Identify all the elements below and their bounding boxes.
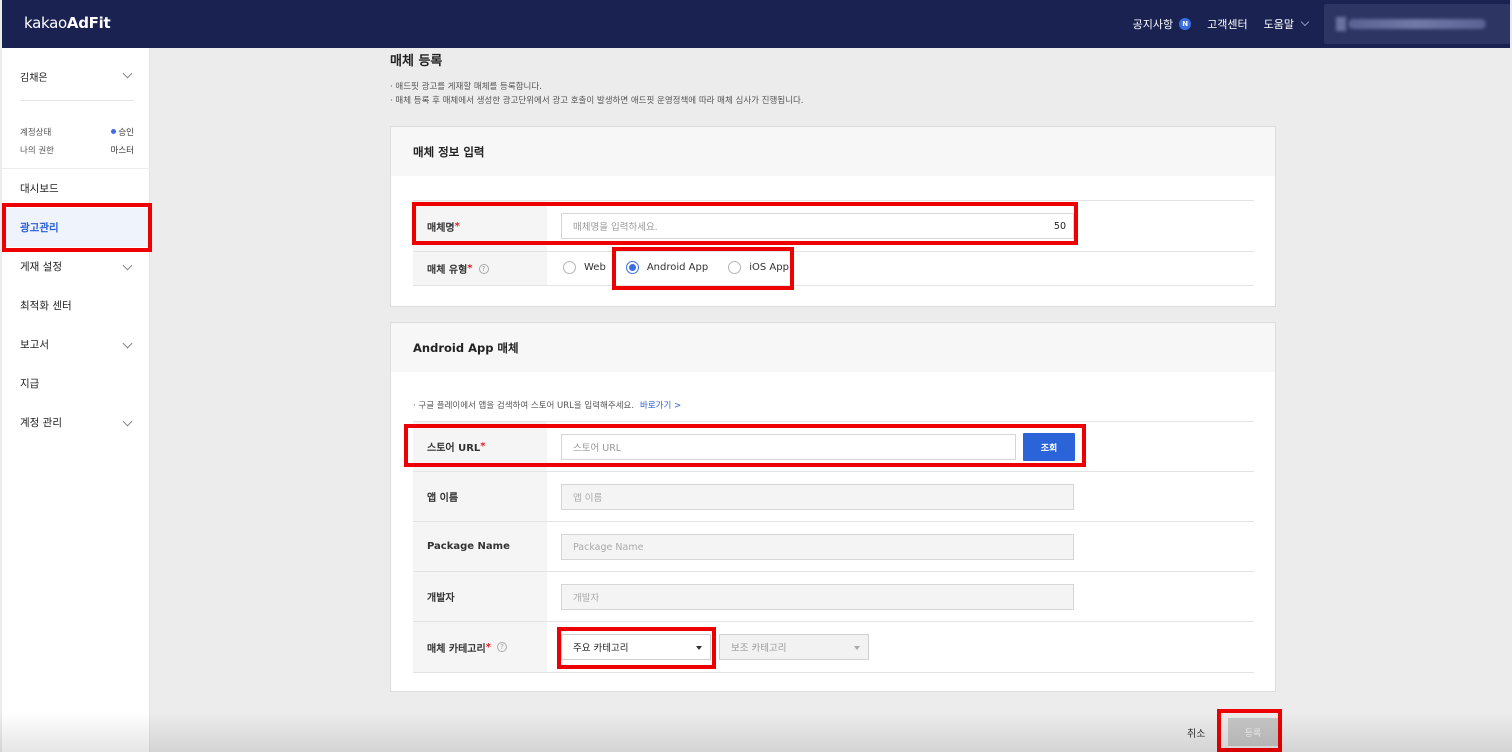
radio-button-checked-icon <box>625 261 639 274</box>
media-type-radio-group: Web Android App iOS App <box>563 261 809 274</box>
chevron-down-icon[interactable] <box>122 68 133 79</box>
radio-android-app[interactable]: Android App <box>625 261 708 274</box>
media-category-row: 매체 카테고리 *? 주요 카테고리 보조 카테고리 <box>413 621 1254 673</box>
developer-input: 개발자 <box>561 584 1074 610</box>
package-name-row: Package Name Package Name <box>413 521 1254 571</box>
char-counter: 50 <box>1053 221 1066 232</box>
radio-button-icon <box>563 261 576 274</box>
lookup-button[interactable]: 조회 <box>1023 433 1075 461</box>
account-status: 계정상태 승인 <box>20 126 134 138</box>
sidebar-item-payment[interactable]: 지급 <box>2 364 150 403</box>
store-url-row: 스토어 URL * 스토어 URL 조회 <box>413 421 1254 471</box>
notice-link[interactable]: 공지사항 N <box>1133 16 1192 32</box>
media-info-card: 매체 정보 입력 매체명 * 매체명을 입력하세요. 50 매체 유형 *? Web… <box>390 126 1276 307</box>
kakao-adfit-logo[interactable]: kakaoAdFit <box>24 14 111 32</box>
app-name-row: 앱 이름 앱 이름 <box>413 471 1254 521</box>
help-icon[interactable]: ? <box>478 263 489 274</box>
android-app-card: Android App 매체 · 구글 플레이에서 앱을 검색하여 스토어 UR… <box>390 322 1276 692</box>
primary-category-select[interactable]: 주요 카테고리 <box>561 634 711 660</box>
field-label: 매체 유형 *? <box>413 252 547 285</box>
support-link[interactable]: 고객센터 <box>1207 16 1247 32</box>
submit-button[interactable]: 등록 <box>1228 718 1278 746</box>
divider <box>20 100 134 101</box>
page-description: · 애드핏 광고를 게재할 매체를 등록합니다. <box>390 82 542 92</box>
field-label: 스토어 URL * <box>413 422 547 471</box>
page-title: 매체 등록 <box>390 54 443 69</box>
help-icon[interactable]: ? <box>496 642 507 652</box>
page-description: · 매체 등록 후 매체에서 생성한 광고단위에서 광고 호출이 발생하면 애드… <box>390 96 804 106</box>
user-account-menu[interactable] <box>1324 4 1510 44</box>
sidebar-item-dashboard[interactable]: 대시보드 <box>2 169 150 208</box>
card-title: 매체 정보 입력 <box>391 127 1275 176</box>
app-name-input: 앱 이름 <box>561 484 1074 510</box>
dropdown-caret-icon <box>854 646 860 650</box>
chevron-down-icon <box>1300 17 1310 27</box>
store-url-input[interactable]: 스토어 URL <box>561 434 1016 460</box>
radio-button-icon <box>728 261 742 274</box>
sidebar: 김채은 계정상태 승인 나의 권한 마스터 대시보드 광고관리 게재 설정 최적… <box>2 48 150 752</box>
go-to-google-play-link[interactable]: 바로가기 > <box>640 401 681 411</box>
my-role: 나의 권한 마스터 <box>20 146 134 156</box>
sidebar-item-optimization-center[interactable]: 최적화 센터 <box>2 286 150 325</box>
sidebar-item-ad-management[interactable]: 광고관리 <box>2 208 150 247</box>
media-type-row: 매체 유형 *? Web Android App iOS App <box>413 251 1254 286</box>
media-name-row: 매체명 * 매체명을 입력하세요. 50 <box>413 200 1254 251</box>
dropdown-caret-icon <box>696 646 702 650</box>
cancel-button[interactable]: 취소 <box>1187 725 1205 740</box>
top-bar: kakaoAdFit 공지사항 N 고객센터 도움말 <box>2 0 1510 48</box>
field-label: 매체 카테고리 *? <box>413 622 547 672</box>
user-email-redacted <box>1348 19 1486 29</box>
new-badge: N <box>1179 18 1192 30</box>
status-dot-icon <box>111 129 117 134</box>
store-url-note: · 구글 플레이에서 앱을 검색하여 스토어 URL을 입력해주세요. 바로가기 … <box>413 401 682 411</box>
secondary-category-select: 보조 카테고리 <box>719 634 869 660</box>
main-content: 매체 등록 · 애드핏 광고를 게재할 매체를 등록합니다. · 매체 등록 후… <box>151 48 1508 752</box>
field-label: Package Name <box>413 522 547 571</box>
field-label: 매체명 * <box>413 201 547 251</box>
sidebar-user-name[interactable]: 김채은 <box>20 69 48 84</box>
status-badge: 승인 <box>111 126 134 138</box>
radio-ios-app[interactable]: iOS App <box>728 261 789 274</box>
top-nav: 공지사항 N 고객센터 도움말 <box>1133 0 1510 48</box>
field-label: 앱 이름 <box>413 472 547 521</box>
avatar <box>1336 17 1346 31</box>
help-menu[interactable]: 도움말 <box>1264 16 1310 32</box>
package-name-input: Package Name <box>561 534 1074 560</box>
radio-web[interactable]: Web <box>563 261 606 274</box>
card-title: Android App 매체 <box>391 323 1275 372</box>
media-name-input[interactable]: 매체명을 입력하세요. 50 <box>561 213 1074 239</box>
developer-row: 개발자 개발자 <box>413 571 1254 621</box>
field-label: 개발자 <box>413 572 547 621</box>
